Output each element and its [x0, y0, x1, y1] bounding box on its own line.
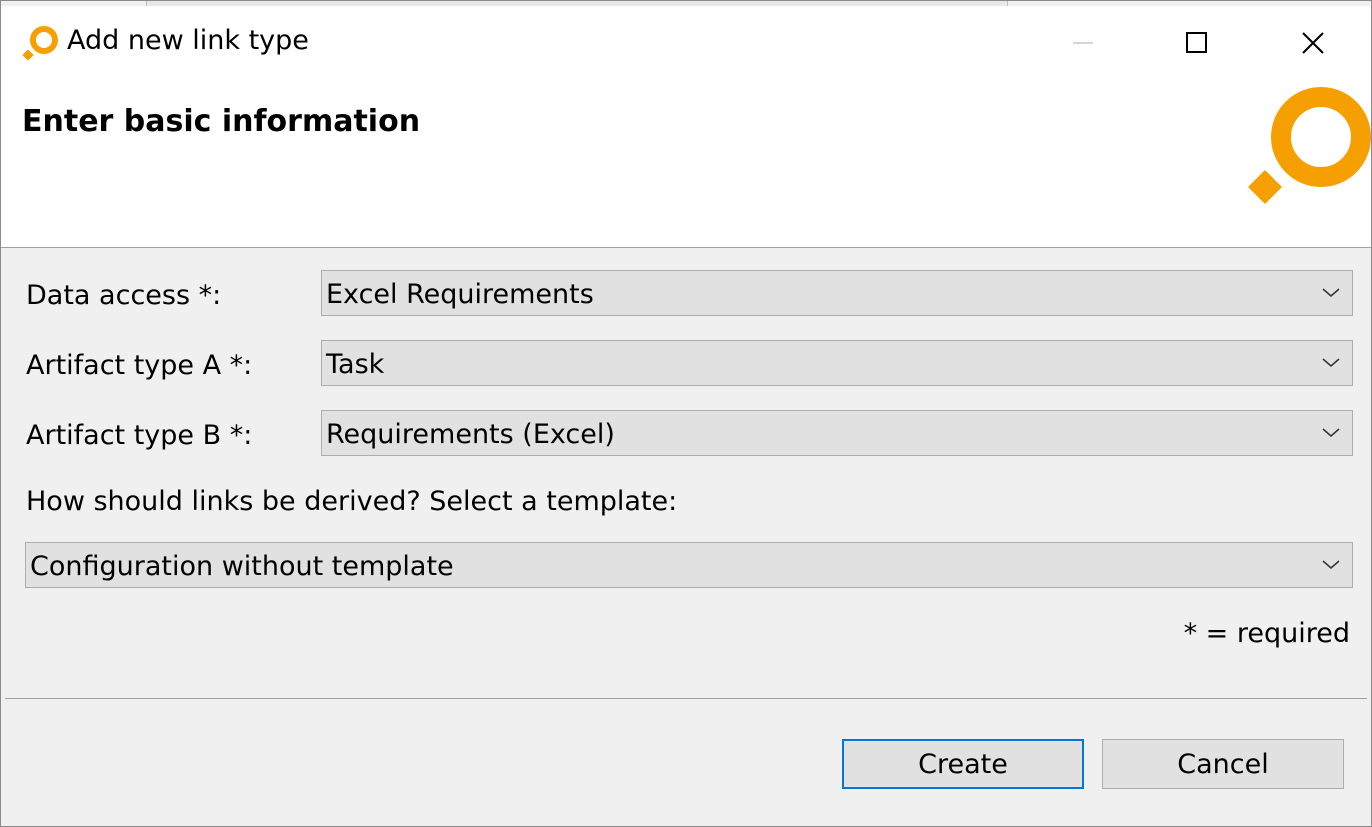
title-bar[interactable]: Add new link type [1, 6, 1371, 70]
wizard-header: Enter basic information [1, 70, 1371, 248]
brand-logo-icon [1248, 87, 1371, 204]
chevron-down-icon [1322, 560, 1340, 569]
template-prompt-label: How should links be derived? Select a te… [26, 486, 678, 517]
chevron-down-icon [1322, 428, 1340, 437]
close-icon [1302, 32, 1324, 54]
artifact-type-b-select[interactable]: Requirements (Excel) [321, 410, 1353, 456]
create-button[interactable]: Create [842, 739, 1084, 789]
artifact-type-a-select[interactable]: Task [321, 340, 1353, 386]
artifact-type-b-value: Requirements (Excel) [326, 419, 615, 450]
minimize-button[interactable] [1025, 11, 1141, 75]
data-access-select[interactable]: Excel Requirements [321, 270, 1353, 316]
minimize-icon [1073, 42, 1093, 44]
chevron-down-icon [1322, 288, 1340, 297]
maximize-icon [1186, 32, 1207, 53]
template-select[interactable]: Configuration without template [25, 542, 1353, 588]
close-button[interactable] [1255, 11, 1371, 75]
required-note: * = required [1183, 618, 1350, 649]
page-title: Enter basic information [22, 104, 421, 139]
template-value: Configuration without template [30, 551, 454, 582]
window-title: Add new link type [67, 25, 309, 56]
chevron-down-icon [1322, 358, 1340, 367]
artifact-type-a-value: Task [326, 349, 385, 380]
maximize-button[interactable] [1139, 11, 1255, 75]
dialog-window: Add new link type Enter basic informatio… [0, 0, 1372, 827]
footer-divider [5, 698, 1367, 699]
app-logo-icon [22, 26, 58, 61]
cancel-button[interactable]: Cancel [1102, 739, 1344, 789]
artifact-type-b-label: Artifact type B *: [26, 420, 253, 451]
data-access-value: Excel Requirements [326, 279, 594, 310]
data-access-label: Data access *: [26, 280, 222, 311]
artifact-type-a-label: Artifact type A *: [26, 350, 253, 381]
